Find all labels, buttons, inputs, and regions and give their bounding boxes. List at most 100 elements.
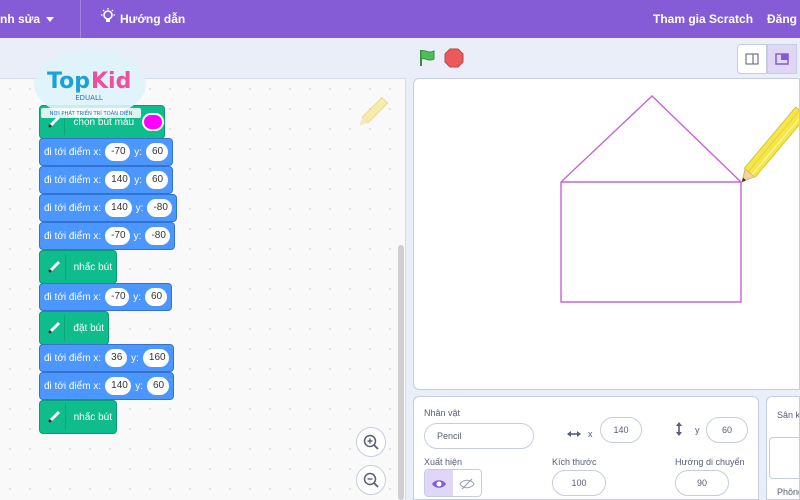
pen-icon: [44, 254, 66, 280]
y-input[interactable]: -80: [147, 199, 172, 217]
stage-label: Sân k: [777, 410, 800, 420]
x-input[interactable]: 140: [105, 377, 132, 395]
zoom-in-button[interactable]: [356, 427, 386, 457]
horizontal-arrows-icon: [566, 427, 582, 446]
size-input[interactable]: 100: [552, 470, 606, 496]
pen-up-label: nhấc bút: [73, 261, 112, 273]
eye-icon: [432, 480, 446, 488]
go-to-label: đi tới điểm x:: [44, 202, 102, 214]
svg-text:Kid: Kid: [91, 69, 131, 94]
direction-label: Hướng di chuyển: [675, 457, 745, 467]
zoom-out-button[interactable]: [356, 465, 386, 495]
hide-button[interactable]: [453, 470, 481, 496]
pen-icon: [44, 315, 66, 341]
stop-button[interactable]: [444, 48, 464, 73]
edit-menu-label: nh sửa: [0, 12, 41, 26]
eye-hidden-icon: [459, 478, 475, 490]
pen-down-label: đặt bút: [73, 322, 104, 334]
go-to-xy-block[interactable]: đi tới điểm x: -70 y: 60: [39, 283, 172, 311]
stage-drawing: [560, 95, 799, 303]
pen-down-block[interactable]: đặt bút: [39, 311, 109, 345]
y-input[interactable]: 60: [147, 377, 169, 395]
go-to-label: đi tới điểm x:: [44, 380, 102, 392]
svg-text:NƠI PHÁT TRIỂN TRÍ TOÀN DIỆN: NƠI PHÁT TRIỂN TRÍ TOÀN DIỆN: [50, 109, 133, 117]
show-label: Xuất hiện: [424, 457, 463, 467]
visibility-toggle: [424, 469, 482, 497]
sign-in-label: Đăng n: [767, 12, 800, 26]
show-button[interactable]: [425, 470, 453, 496]
go-to-xy-block[interactable]: đi tới điểm x: -70 y: -80: [39, 222, 175, 250]
x-input[interactable]: 140: [105, 171, 131, 189]
topkid-logo: Top Kid EDUALL NƠI PHÁT TRIỂN TRÍ TOÀN D…: [33, 48, 148, 120]
sprite-info-panel: Nhân vật Pencil x 140 y 60 Xuất hiện Kíc…: [413, 396, 759, 500]
go-to-xy-block[interactable]: đi tới điểm x: -70 y: 60: [39, 138, 173, 166]
go-to-xy-block[interactable]: đi tới điểm x: 140 y: 60: [39, 166, 173, 194]
pen-up-block[interactable]: nhấc bút: [39, 400, 117, 434]
y-label: y:: [133, 230, 142, 242]
sprite-label: Nhân vật: [424, 408, 461, 418]
lightbulb-icon: [100, 1, 116, 39]
stage-backdrop-panel: Sân k Phông: [766, 396, 800, 500]
y-label: y:: [131, 352, 139, 364]
svg-text:Top: Top: [47, 69, 90, 94]
stage-thumbnail[interactable]: [769, 437, 799, 479]
pen-icon: [44, 404, 66, 430]
x-input[interactable]: -70: [105, 143, 131, 161]
direction-input[interactable]: 90: [675, 470, 729, 496]
go-to-label: đi tới điểm x:: [44, 291, 102, 303]
pen-up-label: nhấc bút: [73, 411, 112, 423]
y-input[interactable]: -80: [145, 227, 170, 245]
y-input[interactable]: 160: [142, 349, 169, 367]
y-coord-label: y: [695, 425, 700, 435]
go-to-label: đi tới điểm x:: [44, 146, 102, 158]
small-stage-button[interactable]: [737, 44, 767, 74]
x-coord-label: x: [588, 429, 593, 439]
go-to-label: đi tới điểm x:: [44, 174, 102, 186]
zoom-out-icon: [363, 472, 379, 488]
stop-icon: [444, 48, 464, 68]
sign-in-link[interactable]: Đăng n: [767, 0, 800, 38]
y-input[interactable]: 60: [145, 143, 168, 161]
green-flag-icon: [420, 50, 435, 66]
edit-menu[interactable]: nh sửa: [0, 0, 55, 38]
go-to-xy-block[interactable]: đi tới điểm x: 36 y: 160: [39, 344, 174, 372]
y-label: y:: [134, 174, 142, 186]
y-label: y:: [135, 202, 144, 214]
go-to-label: đi tới điểm x:: [44, 352, 102, 364]
go-to-xy-block[interactable]: đi tới điểm x: 140 y: -80: [39, 194, 177, 222]
code-area[interactable]: chọn bút màu đi tới điểm x: -70 y: 60 đi…: [0, 78, 406, 500]
y-coord-input[interactable]: 60: [706, 417, 748, 443]
normal-stage-button[interactable]: [767, 44, 797, 74]
code-scrollbar[interactable]: [398, 245, 404, 500]
join-scratch-link[interactable]: Tham gia Scratch: [653, 0, 753, 38]
x-input[interactable]: -70: [105, 288, 130, 306]
stage-layout-toggle: [737, 44, 800, 74]
y-input[interactable]: 60: [146, 171, 168, 189]
sprite-pencil-icon: [359, 96, 389, 126]
menu-bar: nh sửa Hướng dẫn Tham gia Scratch Đăng n: [0, 0, 800, 38]
go-to-label: đi tới điểm x:: [44, 230, 102, 242]
x-input[interactable]: 36: [105, 349, 128, 367]
sprite-name-input[interactable]: Pencil: [424, 423, 534, 449]
house-drawing: [560, 95, 742, 303]
green-flag-button[interactable]: [417, 48, 437, 73]
y-label: y:: [135, 380, 143, 392]
pen-up-block[interactable]: nhấc bút: [39, 250, 117, 284]
x-coord-input[interactable]: 140: [600, 417, 642, 443]
x-input[interactable]: 140: [105, 199, 132, 217]
normal-stage-icon: [775, 53, 789, 65]
tutorials-label: Hướng dẫn: [120, 12, 186, 26]
svg-text:EDUALL: EDUALL: [75, 94, 103, 102]
menu-divider: [80, 0, 81, 38]
stage-canvas[interactable]: [413, 78, 800, 390]
y-input[interactable]: 60: [145, 288, 167, 306]
y-label: y:: [134, 146, 142, 158]
tutorials-menu[interactable]: Hướng dẫn: [100, 0, 185, 38]
x-input[interactable]: -70: [105, 227, 130, 245]
small-stage-icon: [745, 53, 759, 65]
join-scratch-label: Tham gia Scratch: [653, 12, 754, 26]
zoom-in-icon: [363, 434, 379, 450]
go-to-xy-block[interactable]: đi tới điểm x: 140 y: 60: [39, 372, 174, 400]
size-label: Kích thước: [552, 457, 597, 467]
backdrops-label: Phông: [777, 487, 799, 497]
